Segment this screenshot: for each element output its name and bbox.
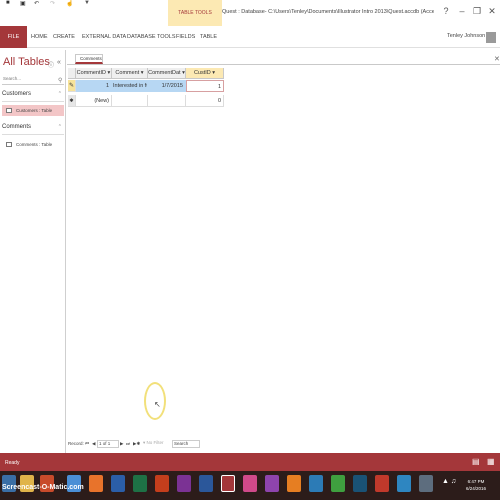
table-icon [6, 142, 12, 147]
indesign-icon[interactable] [243, 475, 257, 492]
onenote-icon[interactable] [177, 475, 191, 492]
column-header-label: Comment [115, 70, 140, 76]
status-bar [0, 453, 500, 471]
powerpoint-icon[interactable] [155, 475, 169, 492]
record-selector-new[interactable]: ✱ [68, 95, 76, 107]
cell-commentdat[interactable]: 1/7/2015 [148, 80, 186, 92]
cell-comment[interactable] [112, 95, 148, 107]
previous-record-icon[interactable]: ◀ [92, 441, 95, 447]
nav-group-customers[interactable]: Customers ⌃ [2, 91, 64, 102]
nav-item-label: Customers : Table [16, 108, 53, 113]
touch-mode-icon[interactable]: ☝ [66, 0, 73, 7]
app-icon-red[interactable] [375, 475, 389, 492]
access-logo-icon: ■ [6, 0, 10, 6]
document-tab-strip [67, 52, 500, 65]
cell-commentid[interactable]: 1 [76, 80, 112, 92]
close-document-icon[interactable]: ✕ [494, 55, 500, 63]
record-position-input[interactable]: 1 of 1 [97, 440, 119, 448]
nav-group-label: Comments [2, 124, 32, 130]
record-label: Record: [68, 441, 84, 446]
filter-label: No Filter [146, 440, 164, 445]
app-icon-lightblue[interactable] [397, 475, 411, 492]
help-button[interactable]: ? [438, 6, 454, 16]
user-account[interactable]: Tenley Johnson [447, 33, 485, 39]
datasheet-view-icon[interactable]: ▤ [472, 457, 480, 466]
minimize-icon[interactable]: – [454, 6, 470, 16]
tab-fields[interactable]: FIELDS [176, 26, 195, 48]
tab-database-tools[interactable]: DATABASE TOOLS [127, 26, 176, 48]
column-header-commentdat[interactable]: CommentDat ▾ [148, 68, 186, 79]
nav-item-comments-table[interactable]: Comments : Table [2, 139, 64, 150]
outlook-icon[interactable] [111, 475, 125, 492]
column-header-label: CommentID [76, 70, 107, 76]
window-title: Quest : Database- C:\Users\Tenley\Docume… [222, 9, 434, 15]
cell-commentdat[interactable] [148, 95, 186, 107]
tab-create[interactable]: CREATE [53, 26, 75, 48]
save-icon[interactable]: ▣ [20, 0, 26, 7]
mouse-pointer-icon: ↖ [154, 400, 161, 409]
next-record-icon[interactable]: ▶ [120, 441, 123, 447]
cell-comment[interactable]: Interested in fut [112, 80, 148, 92]
chevron-up-icon[interactable]: ⌃ [58, 91, 62, 97]
illustrator-icon[interactable] [287, 475, 301, 492]
record-search-input[interactable]: Search [172, 440, 200, 448]
column-header-comment[interactable]: Comment ▾ [112, 68, 148, 79]
table-tools-label: TABLE TOOLS [178, 10, 212, 16]
record-selector-editing[interactable]: ✎ [68, 80, 76, 92]
column-header-label: CommentDat [148, 70, 181, 76]
clock-time: 6:47 PM [467, 479, 485, 484]
premiere-icon[interactable] [265, 475, 279, 492]
excel-icon[interactable] [133, 475, 147, 492]
app-icon-green[interactable] [331, 475, 345, 492]
column-header-label: CustID [193, 70, 211, 76]
column-header-commentid[interactable]: CommentID ▾ [76, 68, 112, 79]
word-icon[interactable] [199, 475, 213, 492]
firefox-icon[interactable] [89, 475, 103, 492]
design-view-icon[interactable]: ▦ [487, 457, 495, 466]
maximize-icon[interactable]: ❐ [469, 6, 485, 17]
chevron-up-icon[interactable]: ⌃ [58, 124, 62, 130]
notification-icons[interactable]: ▲ ♫ [442, 478, 456, 485]
photoshop-icon[interactable] [309, 475, 323, 492]
search-icon[interactable]: ⚲ [58, 77, 62, 84]
tab-file[interactable]: FILE [0, 26, 27, 48]
nav-group-label: Customers [2, 91, 32, 97]
nav-item-customers-table[interactable]: Customers : Table [2, 105, 64, 116]
undo-icon[interactable]: ↶ [34, 0, 39, 7]
ribbon-tab-bar [0, 26, 500, 48]
avatar[interactable] [486, 32, 496, 43]
nav-item-label: Comments : Table [16, 142, 53, 147]
new-record-icon[interactable]: ▶✱ [133, 441, 140, 447]
select-all-corner[interactable] [68, 68, 76, 79]
status-text: Ready [5, 460, 20, 466]
tab-table[interactable]: TABLE [200, 26, 217, 48]
nav-group-comments[interactable]: Comments ⌃ [2, 124, 64, 135]
nav-options-icon[interactable]: ⓘ [48, 60, 54, 69]
app-icon-blue[interactable] [353, 475, 367, 492]
nav-pane-title[interactable]: All Tables [3, 56, 50, 68]
redo-icon[interactable]: ↷ [50, 0, 55, 7]
first-record-icon[interactable]: ⏮ [85, 441, 89, 446]
document-area [67, 50, 500, 440]
nav-search-input[interactable]: Search... [2, 76, 64, 85]
record-navigation-bar: Record: ⏮ ◀ 1 of 1 ▶ ⏭ ▶✱ ▾ No Filter Se… [67, 440, 500, 449]
customize-toolbar-icon[interactable]: ▼ [84, 0, 90, 6]
watermark: Screencast-O-Matic.com [2, 484, 84, 491]
cell-custid[interactable]: 1 [186, 80, 224, 92]
no-filter-button[interactable]: ▾ No Filter [143, 440, 170, 448]
table-icon [6, 108, 12, 113]
clock-date: 6/24/2016 [466, 486, 487, 491]
taskbar-clock[interactable]: 6:47 PM 6/24/2016 [466, 478, 486, 492]
cell-commentid[interactable]: (New) [76, 95, 112, 107]
access-icon[interactable] [221, 475, 235, 492]
tab-home[interactable]: HOME [31, 26, 48, 48]
last-record-icon[interactable]: ⏭ [126, 441, 130, 446]
app-icon-gray[interactable] [419, 475, 433, 492]
close-icon[interactable]: ✕ [484, 6, 500, 17]
tab-external-data[interactable]: EXTERNAL DATA [82, 26, 126, 48]
document-tab-comments[interactable]: Comments [75, 54, 103, 64]
collapse-pane-icon[interactable]: « [57, 59, 61, 66]
column-header-custid[interactable]: CustID ▾ [186, 68, 224, 79]
cell-custid[interactable]: 0 [186, 95, 224, 107]
